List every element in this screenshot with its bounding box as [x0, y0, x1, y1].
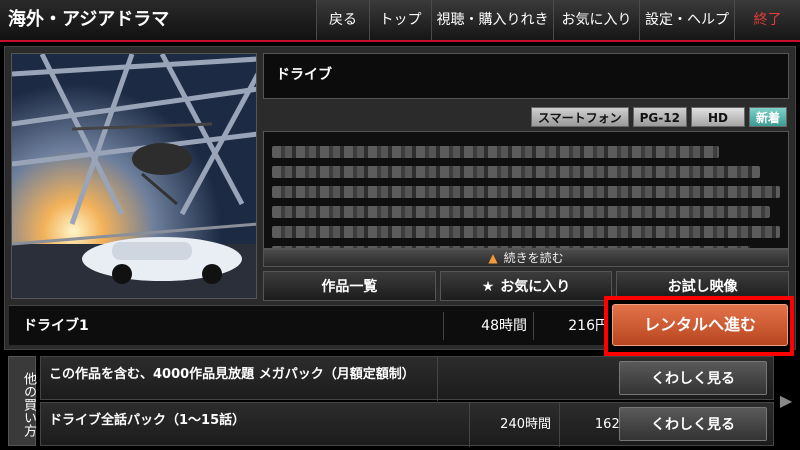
top-nav: 戻る トップ 視聴・購入りれき お気に入り 設定・ヘルプ 終了	[316, 0, 800, 40]
other-purchase-section: 他の買い方 この作品を含む、4000作品見放題 メガパック（月額定額制） くわし…	[4, 356, 796, 448]
row-divider	[437, 357, 438, 401]
rent-button[interactable]: レンタルへ進む	[612, 304, 788, 346]
favorite-button[interactable]: ★ お気に入り	[439, 271, 613, 301]
app-title: 海外・アジアドラマ	[8, 9, 170, 30]
thumbnail-illustration	[12, 54, 256, 298]
triangle-up-icon: ▲	[488, 251, 498, 265]
nav-exit-button[interactable]: 終了	[734, 0, 800, 40]
favorite-label: お気に入り	[500, 279, 571, 295]
star-icon: ★	[481, 279, 495, 295]
purchase-option-row: ドライブ全話パック（1〜15話） 240時間 1620円 くわしく見る	[40, 402, 774, 447]
purchase-option-duration: 240時間	[469, 403, 559, 447]
nav-back-button[interactable]: 戻る	[316, 0, 369, 40]
tag-new: 新着	[748, 107, 787, 127]
work-title: ドライブ	[263, 53, 789, 99]
episode-price: 216円	[533, 312, 613, 340]
read-more-label: 続きを読む	[503, 251, 564, 265]
scroll-right-arrow-icon[interactable]: ▶	[776, 384, 796, 418]
purchase-option-row: この作品を含む、4000作品見放題 メガパック（月額定額制） くわしく見る	[40, 356, 774, 401]
purchase-option-name: ドライブ全話パック（1〜15話）	[49, 413, 246, 428]
nav-history-button[interactable]: 視聴・購入りれき	[431, 0, 553, 40]
details-button[interactable]: くわしく見る	[619, 407, 767, 441]
other-purchase-label: 他の買い方	[8, 356, 36, 446]
read-more-button[interactable]: ▲ 続きを読む	[263, 249, 789, 267]
purchase-option-name: この作品を含む、4000作品見放題 メガパック（月額定額制）	[49, 367, 415, 382]
nav-top-button[interactable]: トップ	[369, 0, 431, 40]
work-list-button[interactable]: 作品一覧	[263, 271, 436, 301]
details-button[interactable]: くわしく見る	[619, 361, 767, 395]
description-text	[263, 131, 789, 249]
header-bar: 海外・アジアドラマ 戻る トップ 視聴・購入りれき お気に入り 設定・ヘルプ 終了	[0, 0, 800, 42]
tag-list: スマートフォン PG-12 HD 新着	[530, 107, 787, 127]
episode-name: ドライブ1	[23, 318, 89, 334]
tag-rating: PG-12	[632, 107, 687, 127]
thumbnail-image	[11, 53, 257, 299]
tag-smartphone: スマートフォン	[530, 107, 629, 127]
nav-settings-help-button[interactable]: 設定・ヘルプ	[639, 0, 734, 40]
nav-favorites-button[interactable]: お気に入り	[553, 0, 639, 40]
episode-duration: 48時間	[443, 312, 533, 340]
tag-hd: HD	[690, 107, 745, 127]
